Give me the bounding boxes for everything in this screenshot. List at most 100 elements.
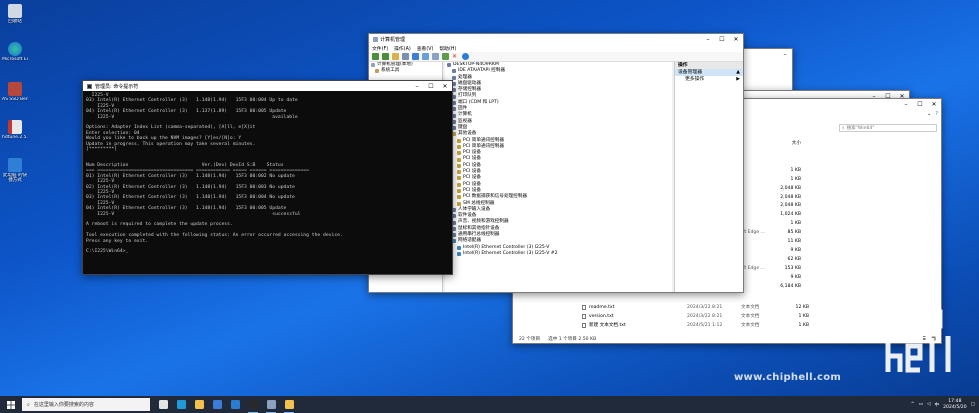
- start-button[interactable]: [0, 396, 22, 413]
- computer-icon: [447, 63, 451, 68]
- device-icon: [457, 195, 461, 200]
- update-driver-icon[interactable]: [442, 53, 449, 60]
- taskbar-search-input[interactable]: ⌕ 在这里输入你要搜索的内容: [22, 398, 150, 411]
- file-list-item[interactable]: version.txt 2024/3/22 8:21 文本文档 1 KB: [582, 312, 809, 320]
- file-size-row[interactable]: 文件2,048 KB: [733, 203, 809, 209]
- properties-icon[interactable]: [402, 53, 409, 60]
- file-size-row[interactable]: rosoft Edge ... 153 KB: [733, 266, 809, 271]
- desktop-icon-as-ssd[interactable]: AS SSD Benc...: [2, 82, 28, 102]
- device-tree-item[interactable]: Intel(R) Ethernet Controller (3) I225-V …: [445, 251, 672, 257]
- help-icon[interactable]: [412, 53, 419, 60]
- console-line: C:\I225\Win64>_: [86, 249, 129, 255]
- file-size-row[interactable]: 文件1 KB: [733, 177, 809, 183]
- file-explorer-icon: [194, 400, 204, 409]
- actions-more[interactable]: 更多操作 ▶: [675, 76, 743, 83]
- computer-management-icon: [266, 400, 276, 409]
- close-icon[interactable]: ✕: [729, 34, 743, 44]
- notification-icon[interactable]: ▢: [971, 402, 975, 407]
- file-size-row[interactable]: 文件9 KB: [733, 275, 809, 281]
- file-size-row[interactable]: 文件1 KB: [733, 168, 809, 174]
- download-icon[interactable]: [462, 53, 469, 60]
- recycle-bin-icon: [8, 4, 22, 18]
- console-output[interactable]: I225-V 03) Intel(R) Ethernet Controller (…: [83, 91, 452, 257]
- search-input[interactable]: ⌕ 搜索"Win64": [839, 124, 937, 132]
- taskbar-app-task-view[interactable]: [154, 396, 172, 413]
- mgmt-titlebar[interactable]: 计算机管理 – ☐ ✕: [369, 34, 743, 44]
- file-size-row[interactable]: 文件9 KB: [733, 248, 809, 254]
- chevron-up-icon[interactable]: ^: [911, 402, 915, 407]
- taskbar-app-explorer-2[interactable]: [280, 396, 298, 413]
- taskbar-app-store[interactable]: [208, 396, 226, 413]
- scan-hardware-icon[interactable]: [432, 53, 439, 60]
- actions-header: 操作: [675, 62, 743, 69]
- file-list-item[interactable]: 新建 文本文档.txt 2024/5/21 1:12 文本文档 1 KB: [582, 321, 809, 329]
- volume-icon[interactable]: ◁: [927, 402, 931, 407]
- forward-icon[interactable]: [382, 53, 389, 60]
- menu-view[interactable]: 查看(V): [417, 45, 434, 52]
- task-view-icon: [158, 400, 168, 409]
- device-icon: [457, 245, 461, 250]
- minimize-icon[interactable]: –: [778, 49, 792, 59]
- file-size-row[interactable]: 11 KB: [733, 239, 809, 244]
- file-size-row[interactable]: 6,184 KB: [733, 284, 809, 289]
- cmd-title: 管理员: 命令提示符: [95, 83, 139, 90]
- minimize-icon[interactable]: –: [410, 81, 424, 91]
- explorer-2-icon: [284, 400, 294, 409]
- selection-info: 选中 1 个项目 2.50 KB: [548, 337, 597, 342]
- file-size-row[interactable]: rosoft Edge ... 85 KB: [733, 230, 809, 235]
- network-icon[interactable]: ▭: [919, 402, 923, 407]
- taskbar: ⌕ 在这里输入你要搜索的内容 ^ ▭ ◁ 中 17:48 2024/5/20 ▢: [0, 396, 979, 413]
- taskbar-app-computer-management[interactable]: [262, 396, 280, 413]
- taskbar-app-file-explorer[interactable]: [190, 396, 208, 413]
- back-icon[interactable]: [372, 53, 379, 60]
- file-size-row[interactable]: 2,048 KB: [733, 186, 809, 191]
- collapse-icon[interactable]: ▲: [736, 69, 740, 76]
- help-icon[interactable]: ?: [935, 111, 938, 117]
- up-icon[interactable]: [392, 53, 399, 60]
- menu-help[interactable]: 帮助(H): [439, 45, 456, 52]
- file-list-item[interactable]: readme.txt 2024/3/22 8:21 文本文档 12 KB: [582, 303, 809, 311]
- input-language[interactable]: 中: [934, 402, 939, 408]
- as-ssd-icon: [8, 82, 22, 96]
- file-size-row[interactable]: 文件1,024 KB: [733, 212, 809, 218]
- store-icon: [212, 400, 222, 409]
- edge-icon: [8, 42, 22, 56]
- mgmt-toolbar: ✕: [369, 52, 743, 62]
- maximize-icon[interactable]: ☐: [913, 99, 927, 109]
- file-size-row[interactable]: 文件62 KB: [733, 257, 809, 263]
- delete-icon[interactable]: ✕: [452, 53, 459, 60]
- file-size-row[interactable]: 文件1 KB: [733, 221, 809, 227]
- taskbar-app-cmd[interactable]: [244, 396, 262, 413]
- maximize-icon[interactable]: ☐: [424, 81, 438, 91]
- item-count: 22 个项目: [519, 337, 541, 342]
- minimize-icon[interactable]: –: [701, 34, 715, 44]
- taskbar-app-edge[interactable]: [172, 396, 190, 413]
- close-icon[interactable]: ✕: [927, 99, 941, 109]
- close-icon[interactable]: ✕: [438, 81, 452, 91]
- chevron-down-icon[interactable]: ⌄: [927, 111, 931, 117]
- desktop-icon-recycle-bin[interactable]: 回收站: [2, 4, 28, 24]
- size-header[interactable]: 大小: [733, 140, 809, 146]
- desktop-icon-hdtune[interactable]: hdtune.2.5...: [2, 120, 28, 140]
- tree-item-system-tools[interactable]: 系统工具: [369, 68, 442, 74]
- actions-device-manager[interactable]: 设备管理器 ▲: [675, 69, 743, 76]
- device-icon: [457, 252, 461, 257]
- search-icon: ⌕: [27, 401, 30, 408]
- desktop-icon-edge[interactable]: Microsoft Edge: [2, 42, 28, 62]
- text-file-icon: [582, 322, 586, 328]
- maximize-icon[interactable]: ☐: [715, 34, 729, 44]
- clock[interactable]: 17:48 2024/5/20: [943, 399, 967, 410]
- refresh-icon[interactable]: [422, 53, 429, 60]
- cmd-titlebar[interactable]: 管理员: 命令提示符 – ☐ ✕: [83, 81, 452, 91]
- minimize-icon[interactable]: –: [899, 99, 913, 109]
- menu-file[interactable]: 文件(F): [372, 45, 388, 52]
- desktop-icon-this-pc[interactable]: 此电脑 的快捷方式: [2, 158, 28, 183]
- file-size-row[interactable]: 文件2,048 KB: [733, 195, 809, 201]
- explorer-statusbar: 22 个项目 选中 1 个项目 2.50 KB: [513, 335, 596, 343]
- command-prompt-window[interactable]: 管理员: 命令提示符 – ☐ ✕ I225-V 03) Intel(R) Ethe…: [82, 80, 453, 275]
- device-icon: [457, 201, 461, 206]
- taskbar-app-mail[interactable]: [226, 396, 244, 413]
- menu-action[interactable]: 操作(A): [394, 45, 411, 52]
- this-pc-icon: [8, 158, 22, 172]
- chiphell-logo: [877, 299, 951, 373]
